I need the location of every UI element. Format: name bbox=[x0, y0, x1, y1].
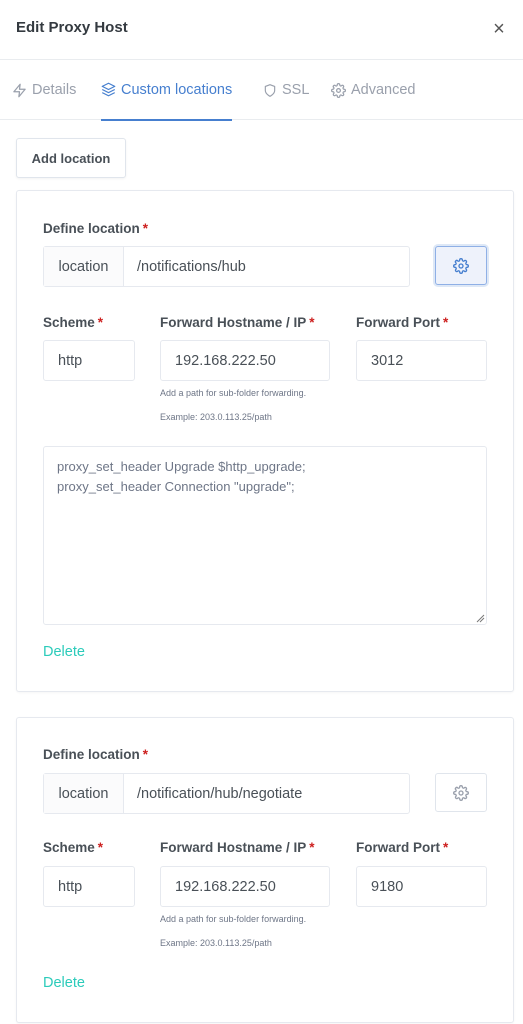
required-mark: * bbox=[309, 840, 315, 855]
delete-location-link[interactable]: Delete bbox=[43, 644, 85, 660]
tab-advanced[interactable]: Advanced bbox=[331, 60, 416, 120]
required-mark: * bbox=[97, 840, 104, 855]
tab-label: Advanced bbox=[351, 82, 416, 98]
label-text: Forward Hostname / IP bbox=[160, 315, 307, 330]
forward-port-label: Forward Port * bbox=[356, 315, 448, 330]
location-path-input[interactable] bbox=[124, 774, 409, 813]
location-path-group: location bbox=[43, 246, 410, 287]
define-location-label: Define location * bbox=[43, 221, 148, 236]
host-example: Example: 203.0.113.25/path bbox=[160, 412, 272, 422]
scheme-input[interactable] bbox=[43, 340, 135, 381]
label-text: Define location bbox=[43, 221, 140, 236]
required-mark: * bbox=[309, 315, 315, 330]
host-hint: Add a path for sub-folder forwarding. bbox=[160, 388, 307, 398]
label-text: Forward Hostname / IP bbox=[160, 840, 307, 855]
close-icon: × bbox=[493, 18, 505, 40]
scheme-label: Scheme * bbox=[43, 840, 103, 855]
tab-details[interactable]: Details bbox=[12, 60, 76, 120]
location-path-input[interactable] bbox=[124, 247, 409, 286]
modal-title: Edit Proxy Host bbox=[16, 19, 128, 36]
location-card: Define location* location Scheme* Forwar… bbox=[16, 717, 514, 1023]
forward-host-label: Forward Hostname / IP * bbox=[160, 315, 315, 330]
label-text: Scheme bbox=[43, 315, 95, 330]
gear-icon bbox=[453, 257, 469, 274]
delete-location-link[interactable]: Delete bbox=[43, 975, 85, 991]
tab-label: Details bbox=[32, 82, 77, 98]
gear-icon bbox=[331, 82, 346, 98]
required-mark: * bbox=[443, 840, 449, 855]
tab-ssl[interactable]: SSL bbox=[263, 60, 309, 120]
bolt-icon bbox=[13, 83, 26, 97]
tab-label: Custom locations bbox=[121, 81, 233, 98]
location-prefix: location bbox=[44, 247, 124, 286]
required-mark: * bbox=[142, 221, 149, 236]
label-text: Scheme bbox=[43, 840, 95, 855]
tab-custom-locations[interactable]: Custom locations bbox=[101, 60, 233, 121]
host-example: Example: 203.0.113.25/path bbox=[160, 938, 272, 948]
tab-bar: Details Custom locations SSL Advanced bbox=[0, 60, 523, 121]
advanced-config-textarea[interactable]: proxy_set_header Upgrade $http_upgrade; … bbox=[43, 446, 487, 625]
tab-label: SSL bbox=[282, 82, 310, 98]
modal-header: Edit Proxy Host × bbox=[0, 0, 523, 60]
close-button[interactable]: × bbox=[489, 17, 509, 41]
scheme-label: Scheme * bbox=[43, 315, 103, 330]
layers-icon bbox=[101, 82, 116, 97]
forward-port-input[interactable] bbox=[356, 340, 487, 381]
advanced-config-toggle[interactable] bbox=[435, 773, 487, 812]
advanced-config-toggle[interactable] bbox=[435, 246, 487, 285]
forward-port-label: Forward Port * bbox=[356, 840, 448, 855]
required-mark: * bbox=[142, 747, 149, 762]
required-mark: * bbox=[97, 315, 104, 330]
forward-host-input[interactable] bbox=[160, 340, 330, 381]
shield-icon bbox=[264, 83, 276, 97]
required-mark: * bbox=[443, 315, 449, 330]
label-text: Forward Port bbox=[356, 840, 441, 855]
host-hint: Add a path for sub-folder forwarding. bbox=[160, 914, 307, 924]
forward-host-label: Forward Hostname / IP * bbox=[160, 840, 315, 855]
forward-port-input[interactable] bbox=[356, 866, 487, 907]
location-prefix: location bbox=[44, 774, 124, 813]
add-location-button[interactable]: Add location bbox=[16, 138, 126, 178]
define-location-label: Define location * bbox=[43, 747, 148, 762]
forward-host-input[interactable] bbox=[160, 866, 330, 907]
location-card: Define location* location Scheme* Forwar… bbox=[16, 190, 514, 692]
gear-icon bbox=[453, 784, 469, 801]
scheme-input[interactable] bbox=[43, 866, 135, 907]
label-text: Define location bbox=[43, 747, 140, 762]
resize-handle-icon[interactable] bbox=[475, 613, 485, 623]
location-path-group: location bbox=[43, 773, 410, 814]
label-text: Forward Port bbox=[356, 315, 441, 330]
